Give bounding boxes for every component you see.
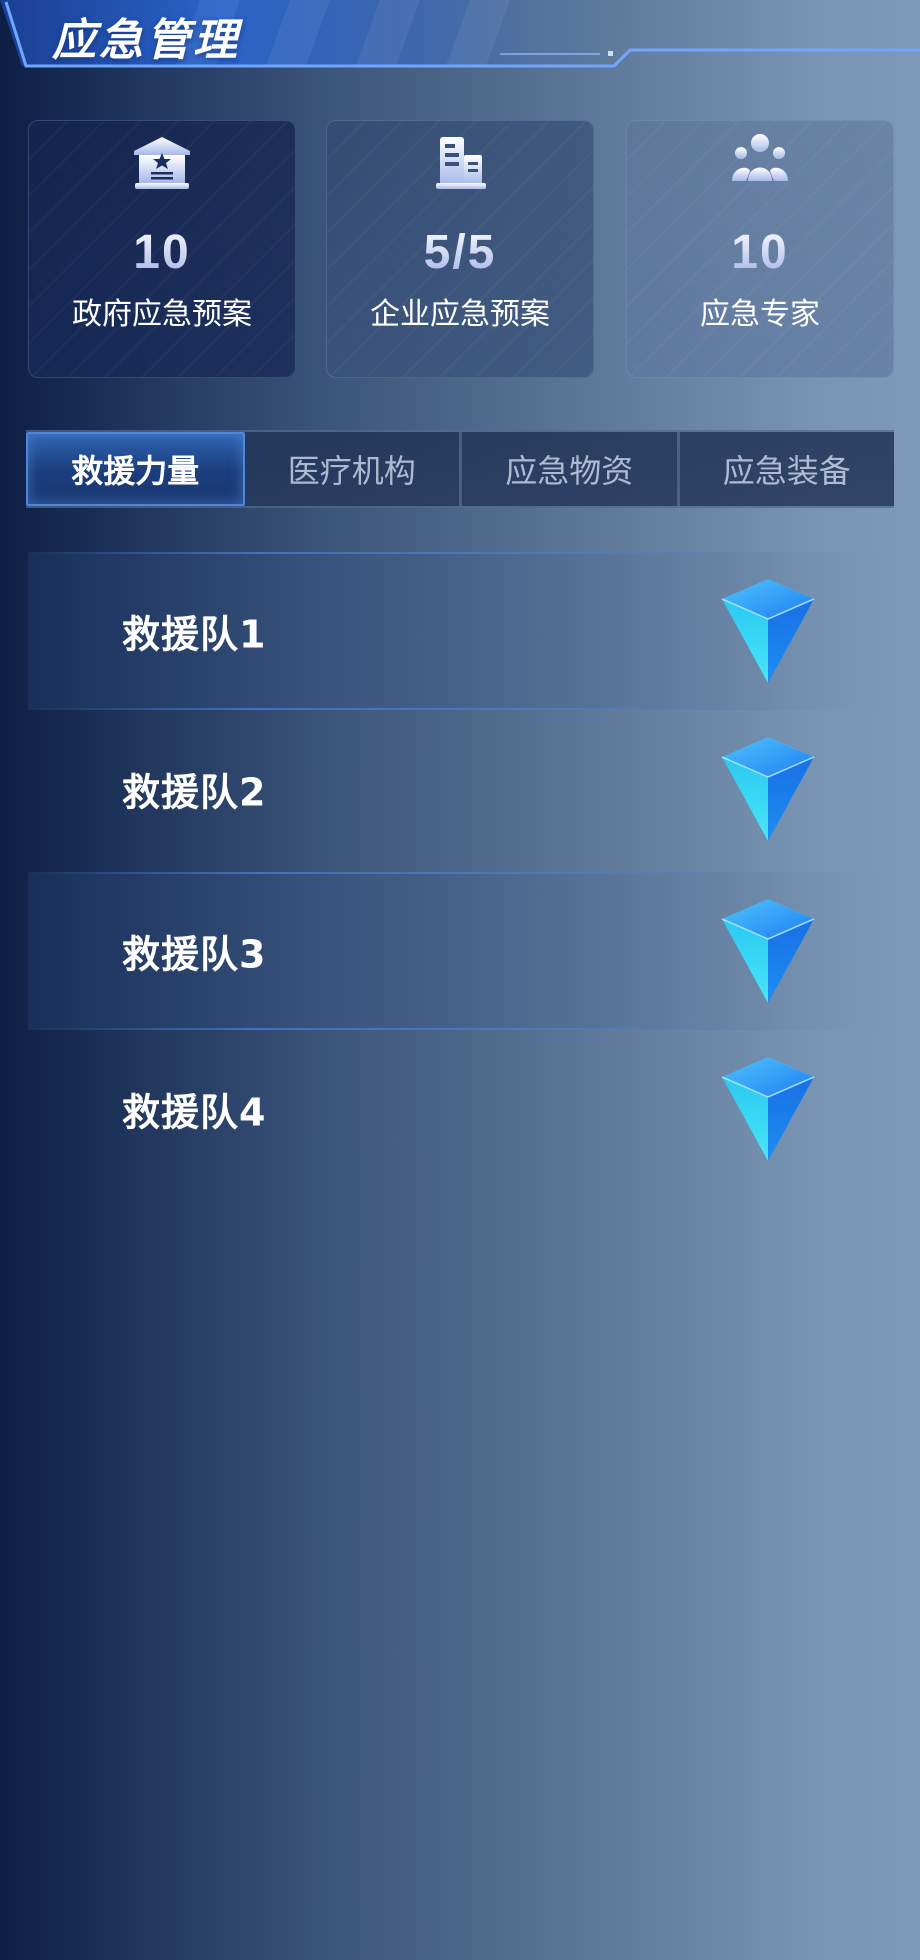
title-bar: 应急管理 (0, 0, 920, 75)
stat-label: 政府应急预案 (72, 297, 252, 332)
stat-value: 5/5 (327, 225, 593, 280)
stat-label: 企业应急预案 (370, 297, 550, 332)
page-title: 应急管理 (52, 15, 240, 66)
list-item[interactable]: 救援队2 (28, 710, 894, 868)
rescue-team-name: 救援队4 (122, 1090, 267, 1135)
category-tabs: 救援力量 医疗机构 应急物资 应急装备 (26, 430, 894, 508)
tab-emergency-equipment[interactable]: 应急装备 (679, 432, 894, 506)
rescue-team-name: 救援队1 (122, 612, 267, 657)
experts-group-icon (732, 134, 788, 181)
blue-gem-icon (721, 579, 815, 683)
tab-emergency-supplies[interactable]: 应急物资 (462, 432, 680, 506)
enterprise-building-icon (436, 137, 486, 189)
blue-gem-icon (721, 1057, 815, 1161)
government-building-icon (134, 137, 190, 189)
rescue-team-name: 救援队3 (122, 932, 267, 977)
divider (28, 552, 788, 554)
rescue-team-name: 救援队2 (122, 770, 267, 815)
list-item[interactable]: 救援队1 (28, 552, 894, 710)
list-item[interactable]: 救援队3 (28, 872, 894, 1030)
tab-rescue-forces[interactable]: 救援力量 (26, 432, 245, 506)
tab-medical-institutions[interactable]: 医疗机构 (244, 432, 462, 506)
list-item[interactable]: 救援队4 (28, 1030, 894, 1188)
stat-value: 10 (627, 225, 893, 280)
stat-value: 10 (29, 225, 295, 280)
stat-label: 应急专家 (700, 297, 820, 332)
stat-card-government-plans[interactable]: 10 政府应急预案 (28, 120, 296, 378)
stat-card-enterprise-plans[interactable]: 5/5 企业应急预案 (326, 120, 594, 378)
divider (28, 872, 788, 874)
blue-gem-icon (721, 737, 815, 841)
blue-gem-icon (721, 899, 815, 1003)
stat-card-experts[interactable]: 10 应急专家 (626, 120, 894, 378)
